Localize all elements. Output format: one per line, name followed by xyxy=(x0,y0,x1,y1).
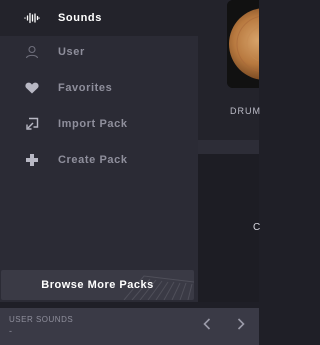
sidebar: Sounds User Favorites Import Pack Create… xyxy=(0,0,198,302)
sidebar-item-label: Create Pack xyxy=(58,154,128,166)
import-icon xyxy=(23,115,41,133)
browse-more-packs-button[interactable]: Browse More Packs xyxy=(1,270,194,300)
prev-button[interactable] xyxy=(199,318,215,334)
pack-content-area xyxy=(198,154,259,302)
sidebar-item-create-pack[interactable]: Create Pack xyxy=(0,142,198,178)
chevron-left-icon xyxy=(203,317,211,335)
sidebar-item-favorites[interactable]: Favorites xyxy=(0,70,198,106)
sidebar-item-label: Favorites xyxy=(58,82,113,94)
sidebar-item-label: Sounds xyxy=(58,12,102,24)
user-icon xyxy=(23,43,41,61)
chevron-right-icon xyxy=(237,317,245,335)
sidebar-item-label: User xyxy=(58,46,85,58)
pack-title: DRUM xyxy=(230,106,261,116)
next-button[interactable] xyxy=(233,318,249,334)
pack-artwork[interactable] xyxy=(227,0,259,88)
sidebar-item-sounds[interactable]: Sounds xyxy=(0,0,198,36)
sidebar-item-user[interactable]: User xyxy=(0,34,198,70)
heart-icon xyxy=(23,79,41,97)
browse-more-packs-label: Browse More Packs xyxy=(41,279,154,291)
user-sounds-label: USER SOUNDS xyxy=(9,315,74,324)
partial-text: C xyxy=(253,222,261,233)
sidebar-item-label: Import Pack xyxy=(58,118,128,130)
panel-divider xyxy=(198,140,259,154)
waveform-icon xyxy=(23,9,41,27)
footer-bar xyxy=(0,308,259,345)
sidebar-item-import-pack[interactable]: Import Pack xyxy=(0,106,198,142)
plus-icon xyxy=(23,151,41,169)
user-sounds-value: - xyxy=(9,326,12,336)
